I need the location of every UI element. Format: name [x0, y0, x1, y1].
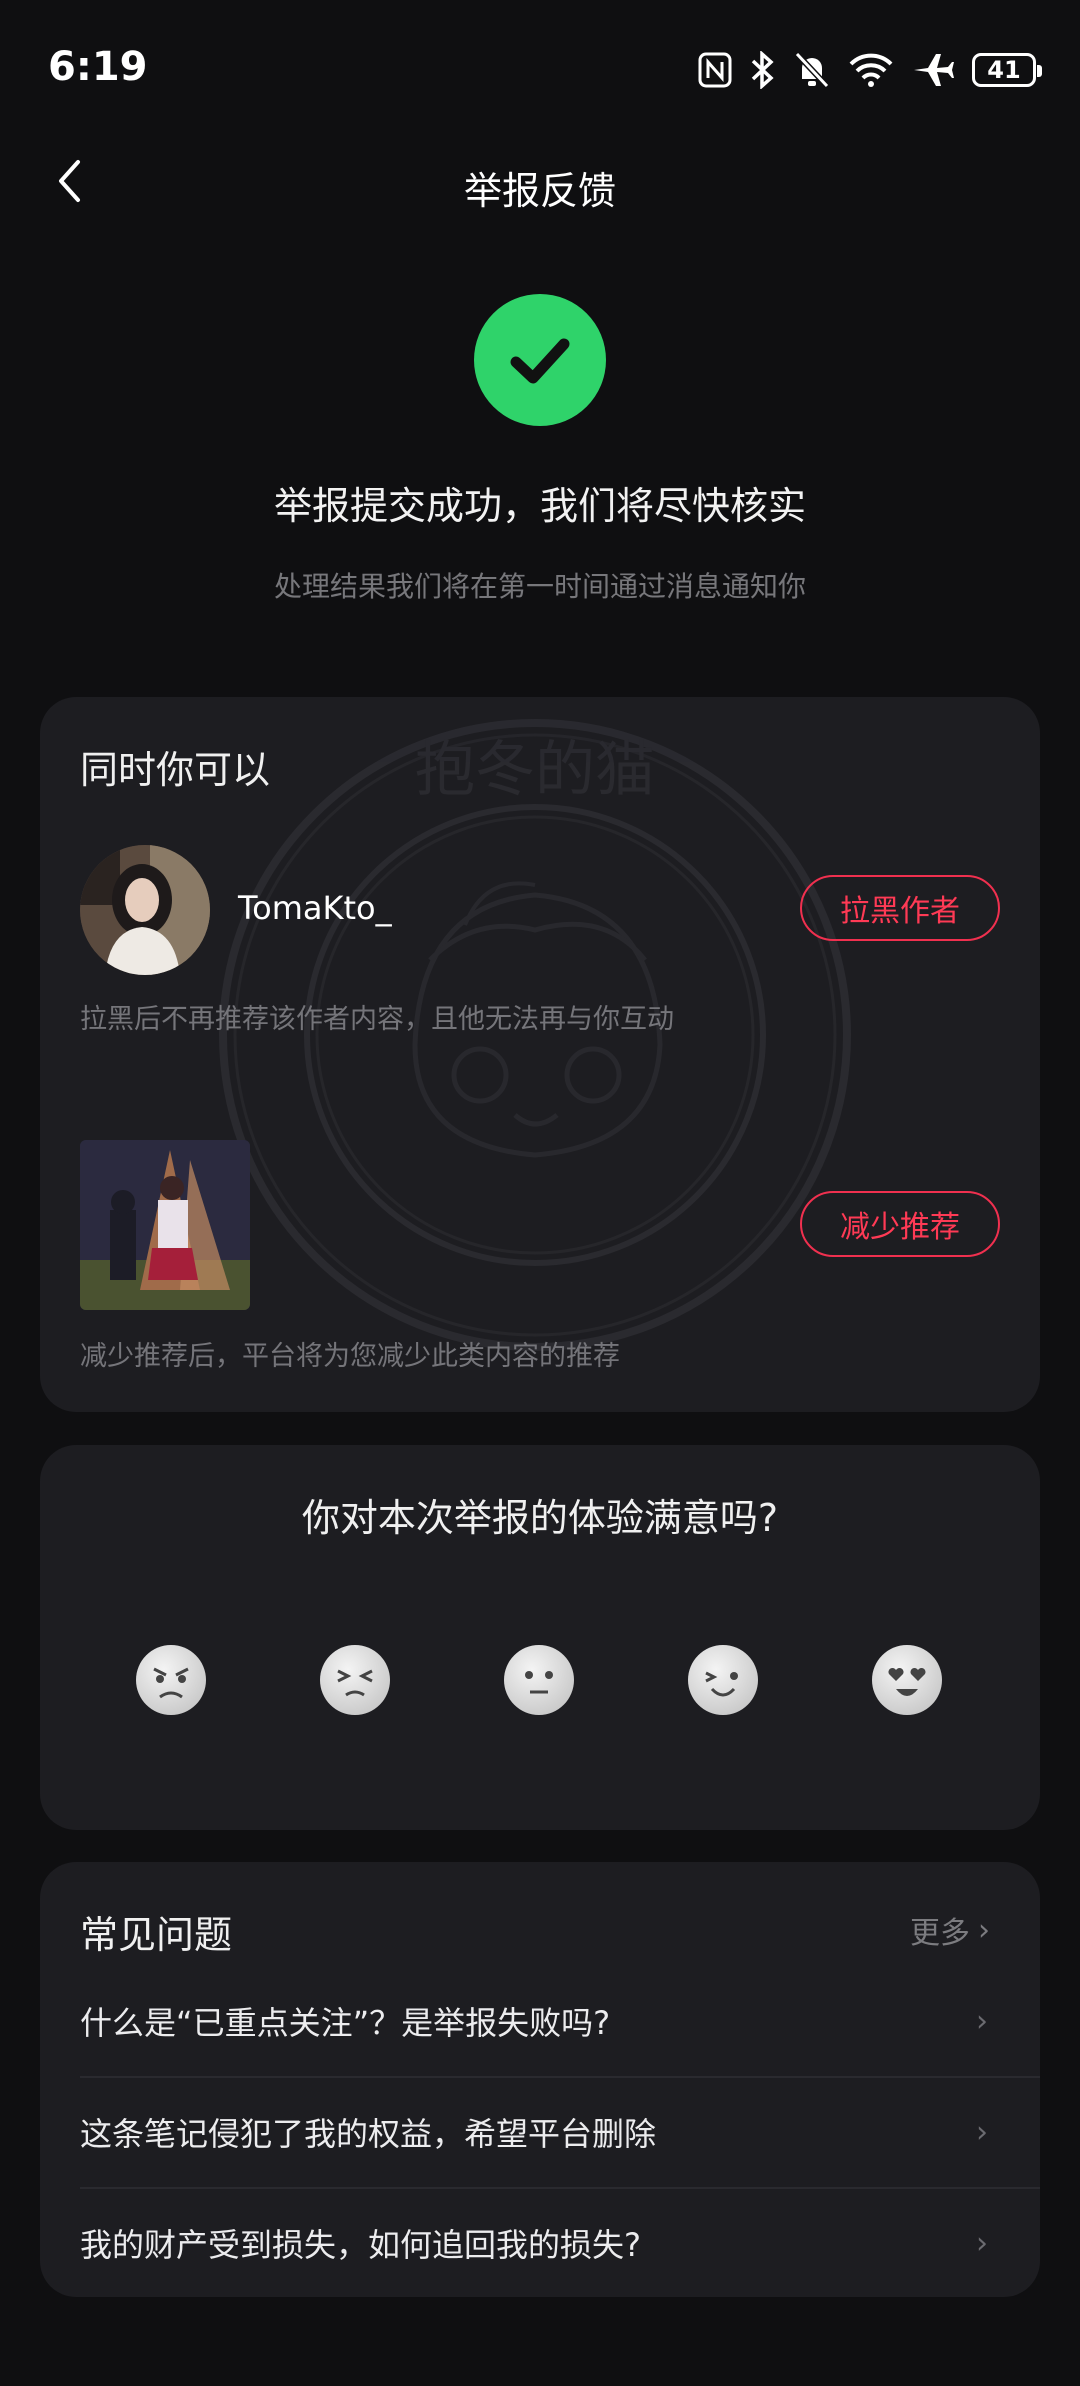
- very-satisfied-face-icon[interactable]: [872, 1645, 942, 1715]
- very-unsatisfied-face-icon[interactable]: [136, 1645, 206, 1715]
- content-thumbnail[interactable]: [80, 1140, 250, 1310]
- bell-muted-icon: [794, 51, 830, 89]
- satisfied-face-icon[interactable]: [688, 1645, 758, 1715]
- author-name[interactable]: TomaKto_: [238, 889, 392, 927]
- status-bar: 6:19 41: [0, 0, 1080, 140]
- block-author-button[interactable]: 拉黑作者: [800, 875, 1000, 941]
- faq-heading: 常见问题: [80, 1913, 233, 1957]
- nav-bar: 举报反馈: [0, 130, 1080, 240]
- faq-item-text: 什么是“已重点关注”？是举报失败吗?: [80, 2004, 611, 2042]
- chevron-right-icon: ›: [976, 2225, 988, 2261]
- author-avatar[interactable]: [80, 845, 210, 975]
- success-check-icon: [474, 294, 606, 426]
- actions-heading: 同时你可以: [80, 748, 271, 792]
- bluetooth-icon: [751, 51, 774, 89]
- airplane-mode-icon: [914, 54, 954, 86]
- success-title: 举报提交成功，我们将尽快核实: [273, 484, 806, 528]
- rating-faces: [40, 1645, 1040, 1725]
- page-title: 举报反馈: [463, 169, 616, 213]
- battery-indicator: 41: [972, 53, 1042, 87]
- faq-item[interactable]: 这条笔记侵犯了我的权益，希望平台删除 ›: [40, 2077, 1040, 2187]
- faq-item[interactable]: 我的财产受到损失，如何追回我的损失? ›: [40, 2188, 1040, 2297]
- unsatisfied-face-icon[interactable]: [320, 1645, 390, 1715]
- survey-title: 你对本次举报的体验满意吗?: [301, 1496, 779, 1540]
- faq-more-label: 更多: [910, 1916, 970, 1951]
- nfc-icon: [698, 52, 732, 88]
- actions-card: 抱冬的猫 同时你可以 TomaKto_ 拉黑作者 拉黑后不再推荐该作者内容，且他…: [40, 697, 1040, 1412]
- watermark-text: 抱冬的猫: [415, 735, 655, 805]
- faq-item[interactable]: 什么是“已重点关注”？是举报失败吗? ›: [40, 1966, 1040, 2076]
- faq-item-text: 我的财产受到损失，如何追回我的损失?: [80, 2226, 641, 2264]
- neutral-face-icon[interactable]: [504, 1645, 574, 1715]
- chevron-right-icon: ›: [976, 2114, 988, 2150]
- reduce-recommend-button[interactable]: 减少推荐: [800, 1191, 1000, 1257]
- faq-item-text: 这条笔记侵犯了我的权益，希望平台删除: [80, 2115, 657, 2153]
- block-author-hint: 拉黑后不再推荐该作者内容，且他无法再与你互动: [80, 1004, 674, 1035]
- chevron-right-icon: ›: [978, 1912, 990, 1948]
- status-icons: 41: [698, 46, 1042, 94]
- faq-card: 常见问题 更多 › 什么是“已重点关注”？是举报失败吗? › 这条笔记侵犯了我的…: [40, 1862, 1040, 2297]
- faq-more-link[interactable]: 更多 ›: [910, 1908, 990, 1952]
- success-subtitle: 处理结果我们将在第一时间通过消息通知你: [273, 570, 806, 603]
- status-time: 6:19: [48, 44, 148, 90]
- reduce-recommend-hint: 减少推荐后，平台将为您减少此类内容的推荐: [80, 1341, 620, 1372]
- survey-card: 你对本次举报的体验满意吗?: [40, 1445, 1040, 1830]
- chevron-right-icon: ›: [976, 2003, 988, 2039]
- wifi-icon: [849, 53, 893, 87]
